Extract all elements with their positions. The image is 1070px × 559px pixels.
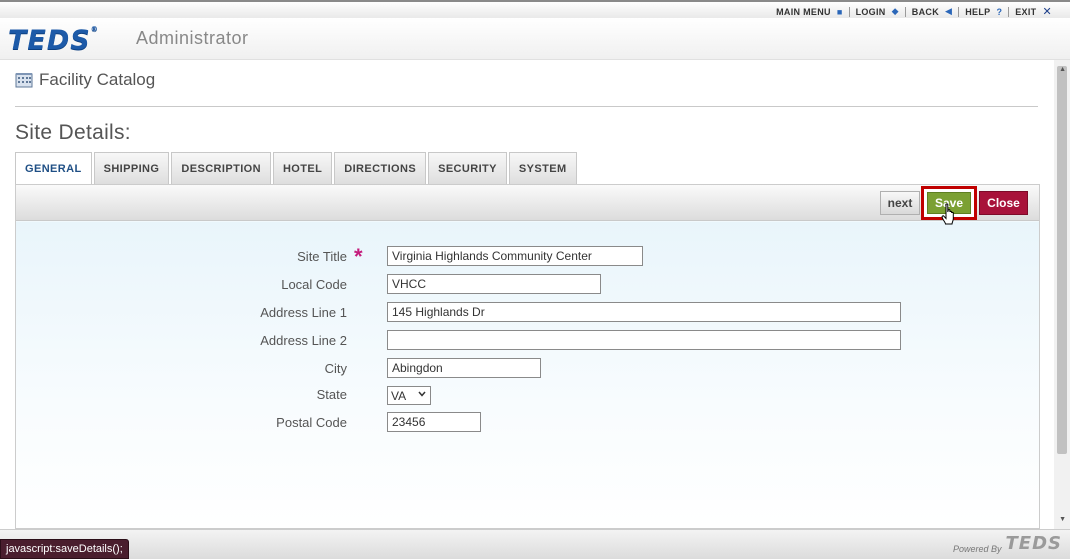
- hand-pointer-cursor-icon: [941, 203, 954, 225]
- form-row-address-line-1: Address Line 1: [16, 302, 1039, 324]
- question-icon: ?: [996, 6, 1003, 17]
- form-row-address-line-2: Address Line 2: [16, 330, 1039, 352]
- scroll-down-arrow-icon[interactable]: ▼: [1059, 516, 1066, 523]
- logo-text: TEDS: [8, 25, 91, 56]
- form-toolbar: next Save Close: [16, 185, 1039, 221]
- scroll-up-arrow-icon[interactable]: ▲: [1059, 66, 1066, 73]
- diamond-icon: ◆: [891, 6, 899, 16]
- tab-directions[interactable]: DIRECTIONS: [334, 152, 427, 184]
- tab-security[interactable]: SECURITY: [428, 152, 507, 184]
- address-line-1-label: Address Line 1: [260, 305, 347, 320]
- state-select-value: VA: [391, 388, 407, 403]
- tab-bar: GENERAL SHIPPING DESCRIPTION HOTEL DIREC…: [15, 152, 579, 185]
- browser-status-bar: javascript:saveDetails();: [0, 539, 129, 559]
- exit-link[interactable]: EXIT ✕: [1009, 5, 1058, 18]
- trademark-mark: ®: [90, 25, 99, 33]
- tab-shipping[interactable]: SHIPPING: [93, 152, 170, 184]
- help-label: HELP: [965, 6, 991, 17]
- back-link[interactable]: BACK ◀: [906, 6, 958, 17]
- x-icon: ✕: [1042, 6, 1052, 18]
- close-button[interactable]: Close: [979, 191, 1028, 215]
- state-select[interactable]: VA: [387, 386, 431, 405]
- scrollbar-thumb[interactable]: [1057, 66, 1067, 454]
- city-input[interactable]: [387, 358, 541, 378]
- general-form: Site Title * Local Code Address Line 1 A…: [16, 222, 1039, 528]
- login-label: LOGIN: [855, 6, 886, 17]
- local-code-label: Local Code: [281, 277, 347, 292]
- exit-label: EXIT: [1015, 6, 1037, 17]
- login-link[interactable]: LOGIN ◆: [850, 6, 905, 17]
- building-icon: [15, 73, 33, 88]
- top-nav-bar: MAIN MENU ■ LOGIN ◆ BACK ◀ HELP ? EXIT ✕: [0, 0, 1070, 18]
- postal-code-input[interactable]: [387, 412, 481, 432]
- form-row-postal-code: Postal Code: [16, 412, 1039, 434]
- required-asterisk-icon: *: [354, 244, 363, 269]
- city-label: City: [324, 361, 347, 376]
- triangle-left-icon: ◀: [945, 6, 953, 16]
- facility-catalog-title: Facility Catalog: [39, 70, 156, 89]
- page-title: Site Details:: [15, 121, 131, 144]
- app-header: TEDS® Administrator: [0, 18, 1070, 60]
- chevron-down-icon: [418, 391, 426, 397]
- site-title-input[interactable]: [387, 246, 643, 266]
- site-details-panel: next Save Close Site Title * Local Code …: [15, 184, 1040, 529]
- form-row-city: City: [16, 358, 1039, 380]
- powered-by-text: Powered By: [952, 544, 1002, 554]
- app-title: Administrator: [136, 28, 249, 48]
- form-row-state: State VA: [16, 386, 1039, 408]
- footer-bar: [0, 529, 1070, 559]
- breadcrumb: Facility Catalog: [15, 70, 155, 90]
- postal-code-label: Postal Code: [276, 415, 347, 430]
- main-menu-link[interactable]: MAIN MENU ■: [770, 7, 848, 17]
- form-row-site-title: Site Title *: [16, 246, 1039, 268]
- main-menu-label: MAIN MENU: [776, 6, 831, 17]
- square-icon: ■: [836, 6, 843, 17]
- tab-hotel[interactable]: HOTEL: [272, 152, 333, 184]
- tab-description[interactable]: DESCRIPTION: [171, 152, 271, 184]
- site-title-label: Site Title: [297, 249, 347, 264]
- next-button[interactable]: next: [880, 191, 920, 215]
- back-label: BACK: [911, 6, 939, 17]
- address-line-1-input[interactable]: [387, 302, 901, 322]
- state-label: State: [316, 387, 347, 402]
- footer-teds-logo: TEDS: [1005, 533, 1062, 554]
- local-code-input[interactable]: [387, 274, 601, 294]
- powered-by: Powered By TEDS: [953, 533, 1062, 554]
- tab-general[interactable]: GENERAL: [15, 152, 92, 185]
- address-line-2-input[interactable]: [387, 330, 901, 350]
- address-line-2-label: Address Line 2: [260, 333, 347, 348]
- form-row-local-code: Local Code: [16, 274, 1039, 296]
- tab-system[interactable]: SYSTEM: [508, 152, 577, 184]
- teds-logo: TEDS®: [8, 25, 99, 56]
- top-nav: MAIN MENU ■ LOGIN ◆ BACK ◀ HELP ? EXIT ✕: [770, 5, 1058, 18]
- help-link[interactable]: HELP ?: [959, 7, 1008, 17]
- divider: [15, 106, 1038, 107]
